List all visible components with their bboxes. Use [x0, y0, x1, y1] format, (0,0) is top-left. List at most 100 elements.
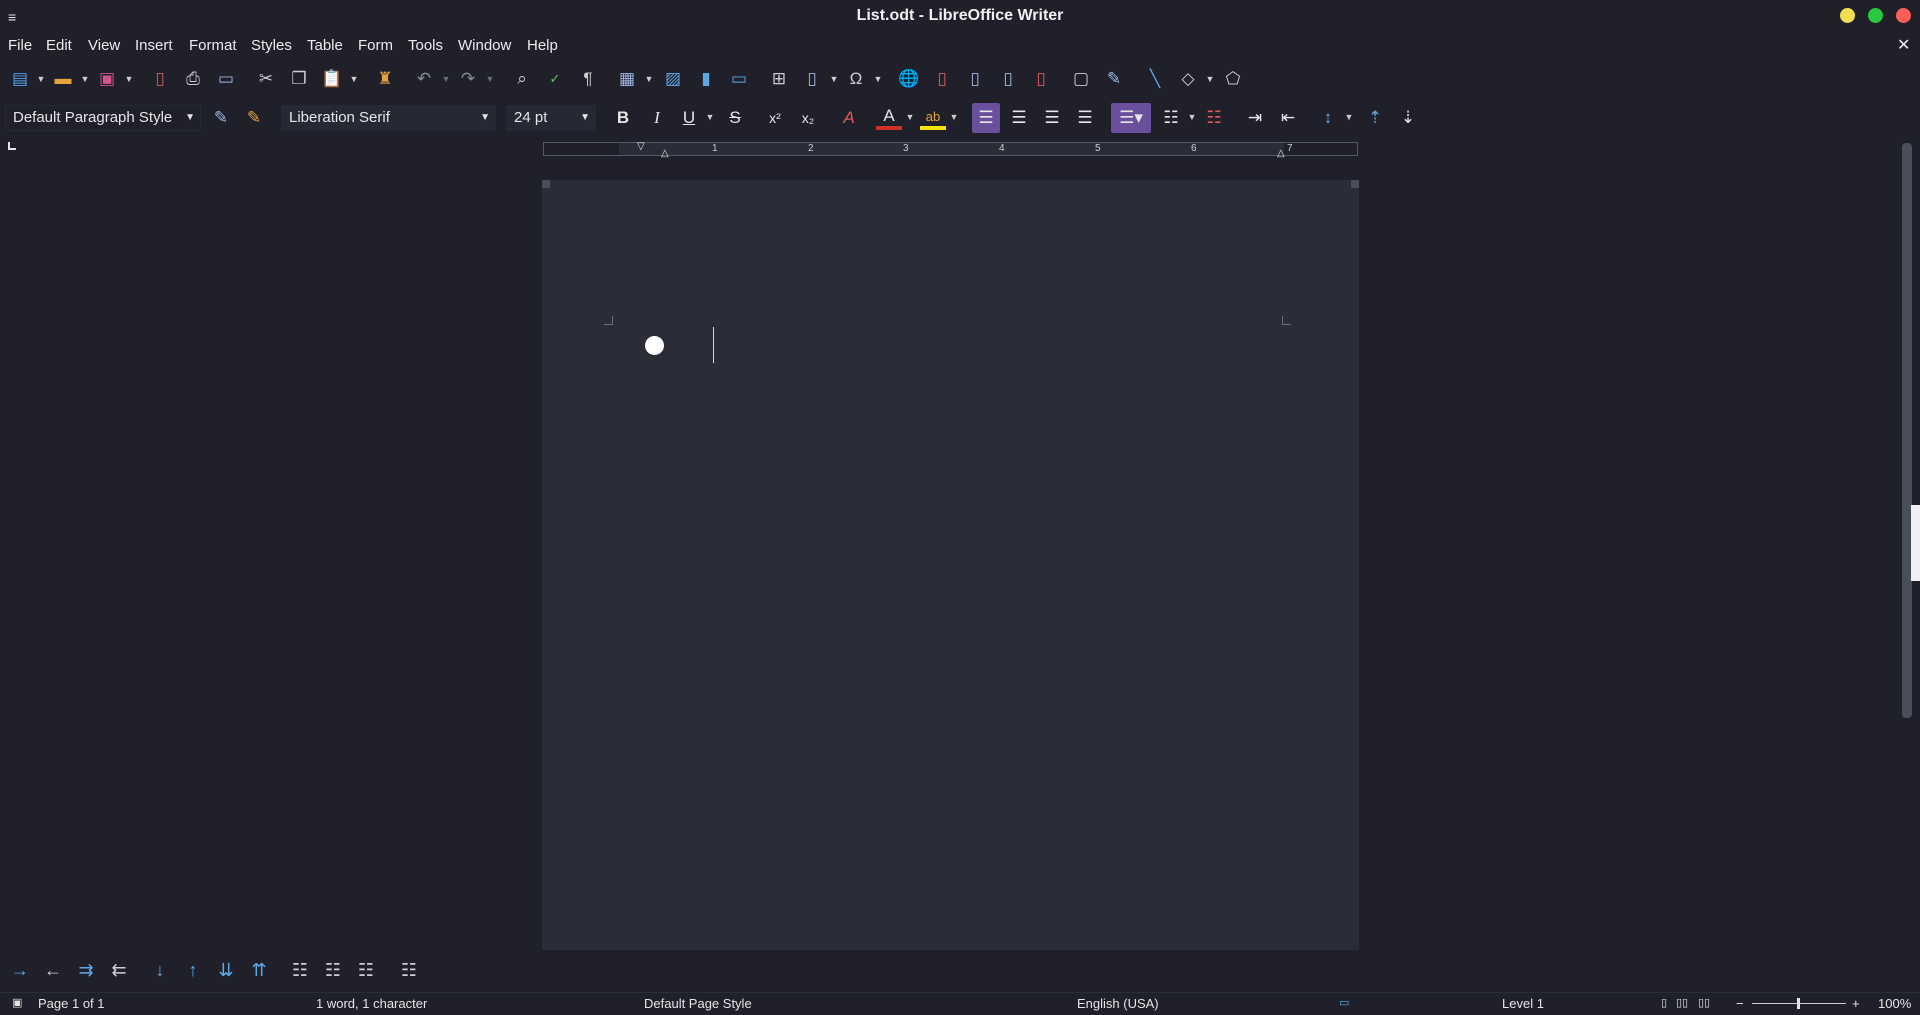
move-down-with-subpoints-icon[interactable]: ⇊ — [214, 958, 238, 982]
sidebar-toggle-handle[interactable] — [1911, 505, 1920, 581]
font-name-combo[interactable]: Liberation Serif ▼ — [281, 105, 496, 131]
clear-formatting-icon[interactable]: A — [836, 106, 862, 130]
underline-button[interactable]: U — [676, 106, 702, 130]
no-list-icon[interactable]: ☷ — [1201, 106, 1227, 130]
zoom-level-status[interactable]: 100% — [1878, 996, 1911, 1011]
draw-functions-icon[interactable]: ⬠ — [1222, 68, 1244, 90]
new-document-icon[interactable]: ▤ — [9, 68, 31, 90]
open-dropdown-icon[interactable]: ▼ — [81, 68, 90, 90]
special-character-icon[interactable]: Ω — [845, 68, 867, 90]
language-status[interactable]: English (USA) — [1077, 996, 1159, 1011]
menu-tools[interactable]: Tools — [408, 37, 443, 54]
clone-formatting-icon[interactable]: ♜ — [374, 68, 396, 90]
page-number-status[interactable]: Page 1 of 1 — [38, 996, 105, 1011]
footnote-icon[interactable]: ▯ — [931, 68, 953, 90]
redo-dropdown-icon[interactable]: ▼ — [486, 68, 495, 90]
decrease-indent-icon[interactable]: ⇤ — [1275, 106, 1301, 130]
demote-with-subpoints-icon[interactable]: ⇉ — [74, 958, 98, 982]
align-center-button[interactable]: ☰ — [1006, 106, 1032, 130]
spelling-icon[interactable]: ✓ — [544, 68, 566, 90]
font-color-icon[interactable]: A — [876, 106, 902, 130]
tab-stop-selector[interactable] — [8, 142, 16, 150]
menu-styles[interactable]: Styles — [251, 37, 292, 54]
minimize-button[interactable] — [1840, 8, 1855, 23]
new-style-icon[interactable]: ✎ — [241, 106, 267, 130]
decrease-paragraph-spacing-icon[interactable]: ⇣ — [1395, 106, 1421, 130]
move-up-icon[interactable]: ↑ — [181, 958, 205, 982]
page-style-status[interactable]: Default Page Style — [644, 996, 752, 1011]
word-count-status[interactable]: 1 word, 1 character — [316, 996, 427, 1011]
open-folder-icon[interactable]: ▬ — [52, 68, 74, 90]
selection-mode-icon[interactable]: ▭ — [1339, 996, 1349, 1009]
document-page[interactable] — [542, 180, 1359, 950]
insert-image-icon[interactable]: ▨ — [662, 68, 684, 90]
paragraph-style-combo[interactable]: Default Paragraph Style ▼ — [5, 105, 201, 131]
menu-help[interactable]: Help — [527, 37, 558, 54]
demote-level-icon[interactable]: → — [8, 958, 32, 982]
chevron-down-icon[interactable]: ▼ — [480, 106, 490, 130]
paste-icon[interactable]: 📋 — [321, 68, 343, 90]
print-preview-icon[interactable]: ▭ — [215, 68, 237, 90]
superscript-button[interactable]: x² — [762, 106, 788, 130]
save-icon[interactable]: ▣ — [96, 68, 118, 90]
find-replace-icon[interactable]: ⌕ — [511, 68, 533, 90]
close-document-icon[interactable]: ✕ — [1897, 35, 1910, 55]
chevron-down-icon[interactable]: ▼ — [580, 106, 590, 130]
hyperlink-icon[interactable]: 🌐 — [898, 68, 920, 90]
font-size-combo[interactable]: 24 pt ▼ — [506, 105, 596, 131]
increase-indent-icon[interactable]: ⇥ — [1242, 106, 1268, 130]
menu-edit[interactable]: Edit — [46, 37, 72, 54]
font-color-dropdown-icon[interactable]: ▼ — [906, 106, 915, 128]
formatting-marks-icon[interactable]: ¶ — [577, 68, 599, 90]
strikethrough-button[interactable]: S — [722, 106, 748, 130]
cut-icon[interactable]: ✂ — [255, 68, 277, 90]
paste-dropdown-icon[interactable]: ▼ — [350, 68, 359, 90]
endnote-icon[interactable]: ▯ — [964, 68, 986, 90]
zoom-in-icon[interactable]: + — [1852, 996, 1860, 1011]
page-break-icon[interactable]: ⊞ — [768, 68, 790, 90]
menu-view[interactable]: View — [88, 37, 120, 54]
highlight-color-icon[interactable]: ab — [920, 106, 946, 130]
comment-icon[interactable]: ▢ — [1070, 68, 1092, 90]
update-style-icon[interactable]: ✎ — [208, 106, 234, 130]
left-indent-marker[interactable]: △ — [661, 148, 669, 159]
line-spacing-icon[interactable]: ↕ — [1315, 106, 1341, 130]
basic-shapes-icon[interactable]: ◇ — [1177, 68, 1199, 90]
unordered-list-button[interactable]: ☰▾ — [1111, 103, 1151, 133]
menu-insert[interactable]: Insert — [135, 37, 173, 54]
insert-unnumbered-entry-icon[interactable]: ☷ — [288, 958, 312, 982]
bookmark-icon[interactable]: ▯ — [997, 68, 1019, 90]
document-modified-icon[interactable]: ▣ — [12, 996, 22, 1009]
highlight-dropdown-icon[interactable]: ▼ — [950, 106, 959, 128]
menu-file[interactable]: File — [8, 37, 32, 54]
redo-icon[interactable]: ↷ — [457, 68, 479, 90]
move-down-icon[interactable]: ↓ — [148, 958, 172, 982]
line-spacing-dropdown-icon[interactable]: ▼ — [1345, 106, 1354, 128]
menu-form[interactable]: Form — [358, 37, 393, 54]
menu-table[interactable]: Table — [307, 37, 343, 54]
move-up-with-subpoints-icon[interactable]: ⇈ — [247, 958, 271, 982]
chevron-down-icon[interactable]: ▼ — [185, 106, 195, 130]
special-char-dropdown-icon[interactable]: ▼ — [874, 68, 883, 90]
table-dropdown-icon[interactable]: ▼ — [645, 68, 654, 90]
single-page-view-icon[interactable]: ▯ — [1661, 996, 1667, 1009]
ordered-list-dropdown-icon[interactable]: ▼ — [1188, 106, 1197, 128]
insert-textbox-icon[interactable]: ▭ — [728, 68, 750, 90]
promote-level-icon[interactable]: ← — [41, 958, 65, 982]
track-changes-icon[interactable]: ✎ — [1103, 68, 1125, 90]
ordered-list-button[interactable]: ☷ — [1158, 106, 1184, 130]
menu-window[interactable]: Window — [458, 37, 511, 54]
increase-paragraph-spacing-icon[interactable]: ⇡ — [1362, 106, 1388, 130]
close-button[interactable] — [1896, 8, 1911, 23]
bold-button[interactable]: B — [610, 106, 636, 130]
add-to-list-icon[interactable]: ☷ — [354, 958, 378, 982]
subscript-button[interactable]: x₂ — [795, 106, 821, 130]
shapes-dropdown-icon[interactable]: ▼ — [1206, 68, 1215, 90]
copy-icon[interactable]: ❐ — [288, 68, 310, 90]
vertical-scrollbar[interactable] — [1902, 143, 1912, 718]
first-line-indent-marker[interactable]: ▽ — [637, 141, 645, 152]
book-view-icon[interactable]: ▯▯ — [1698, 996, 1710, 1009]
align-right-button[interactable]: ☰ — [1039, 106, 1065, 130]
align-left-button[interactable]: ☰ — [972, 103, 1000, 133]
right-indent-marker[interactable]: △ — [1277, 148, 1285, 159]
